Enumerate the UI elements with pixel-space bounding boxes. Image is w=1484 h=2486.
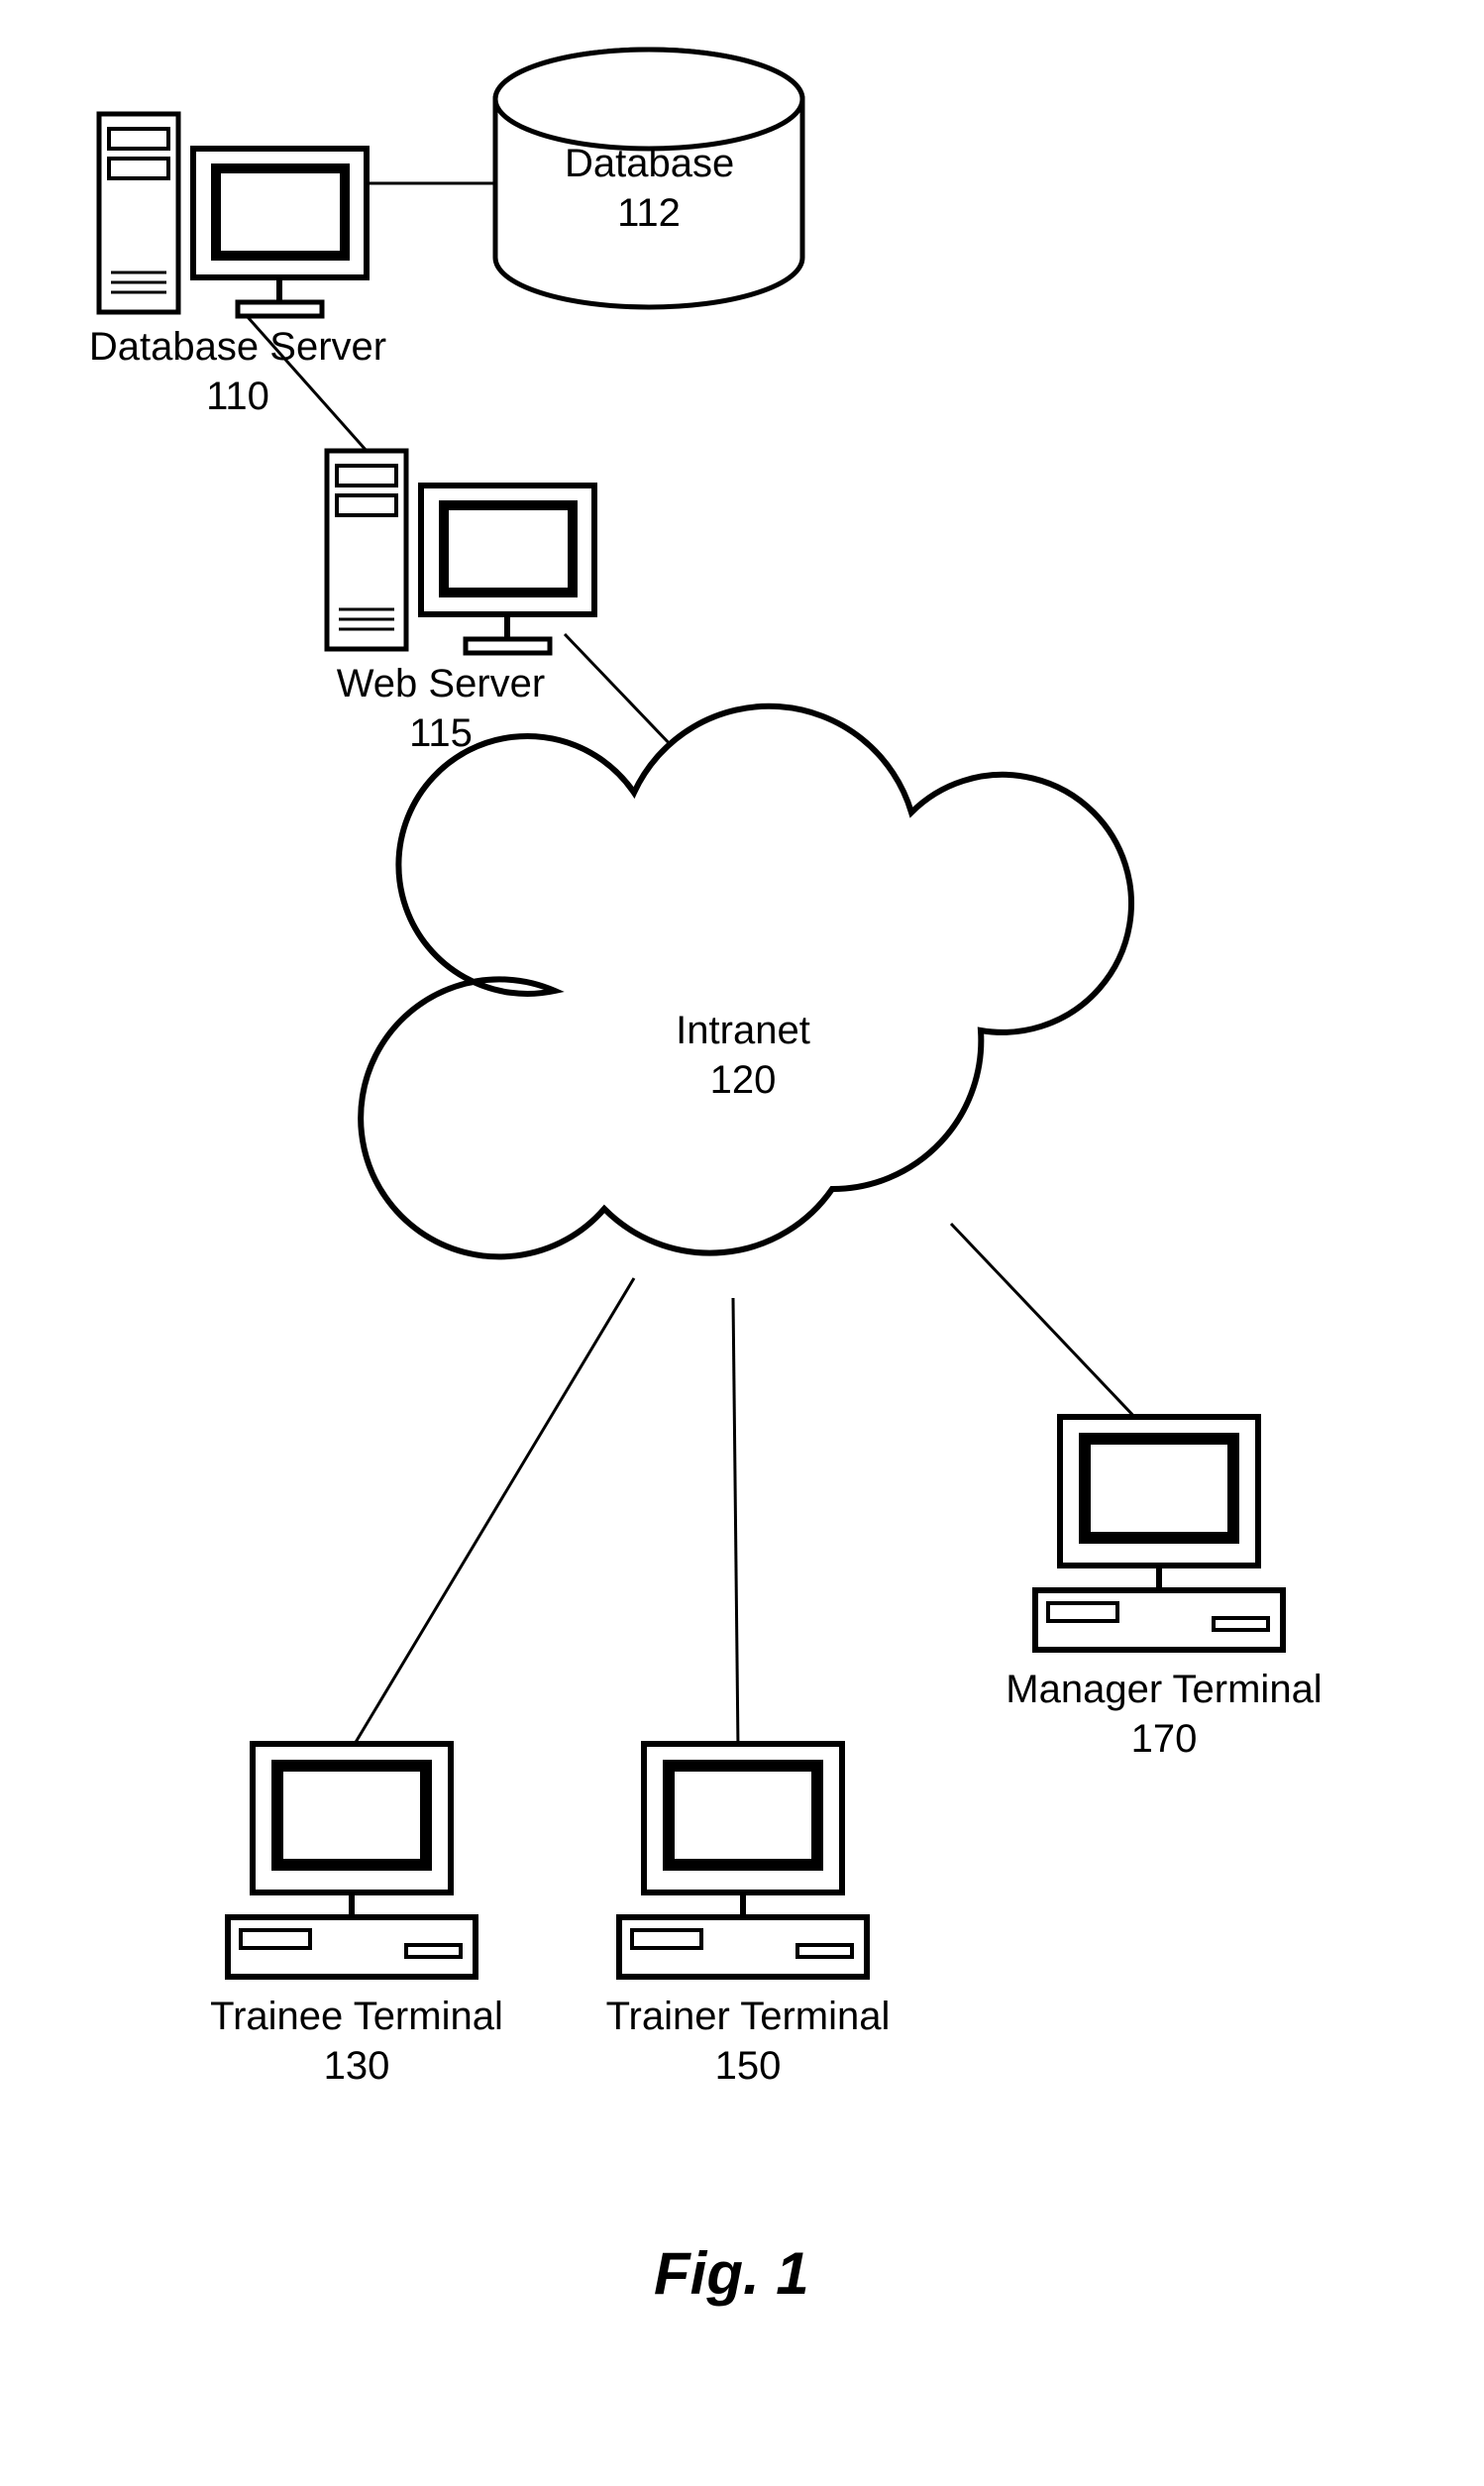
intranet-node [361, 706, 1131, 1257]
intranet-ref: 120 [710, 1058, 777, 1102]
trainee-terminal-ref: 130 [324, 2044, 390, 2088]
database-server-ref: 110 [206, 375, 269, 418]
trainee-terminal-name: Trainee Terminal [210, 1995, 503, 2038]
database-ref: 112 [617, 191, 681, 235]
database-server-name: Database Server [89, 325, 386, 369]
intranet-name: Intranet [676, 1009, 810, 1052]
web-server-label: Web Server 115 [317, 659, 565, 758]
trainee-terminal-node [228, 1744, 476, 1977]
trainer-terminal-node [619, 1744, 867, 1977]
intranet-label: Intranet 120 [644, 1006, 842, 1105]
manager-terminal-ref: 170 [1131, 1717, 1198, 1761]
manager-terminal-label: Manager Terminal 170 [991, 1665, 1337, 1764]
web-server-ref: 115 [409, 711, 473, 755]
database-name: Database [565, 142, 734, 185]
figure-caption: Fig. 1 [654, 2239, 809, 2308]
manager-terminal-node [1035, 1417, 1283, 1650]
trainee-terminal-label: Trainee Terminal 130 [188, 1992, 525, 2091]
database-server-node [99, 114, 367, 316]
manager-terminal-name: Manager Terminal [1006, 1668, 1322, 1711]
database-label: Database 112 [565, 139, 733, 238]
trainer-terminal-name: Trainer Terminal [606, 1995, 891, 2038]
web-server-name: Web Server [337, 662, 545, 705]
trainer-terminal-label: Trainer Terminal 150 [580, 1992, 916, 2091]
web-server-node [327, 451, 594, 653]
database-server-label: Database Server 110 [79, 322, 396, 421]
trainer-terminal-ref: 150 [715, 2044, 782, 2088]
